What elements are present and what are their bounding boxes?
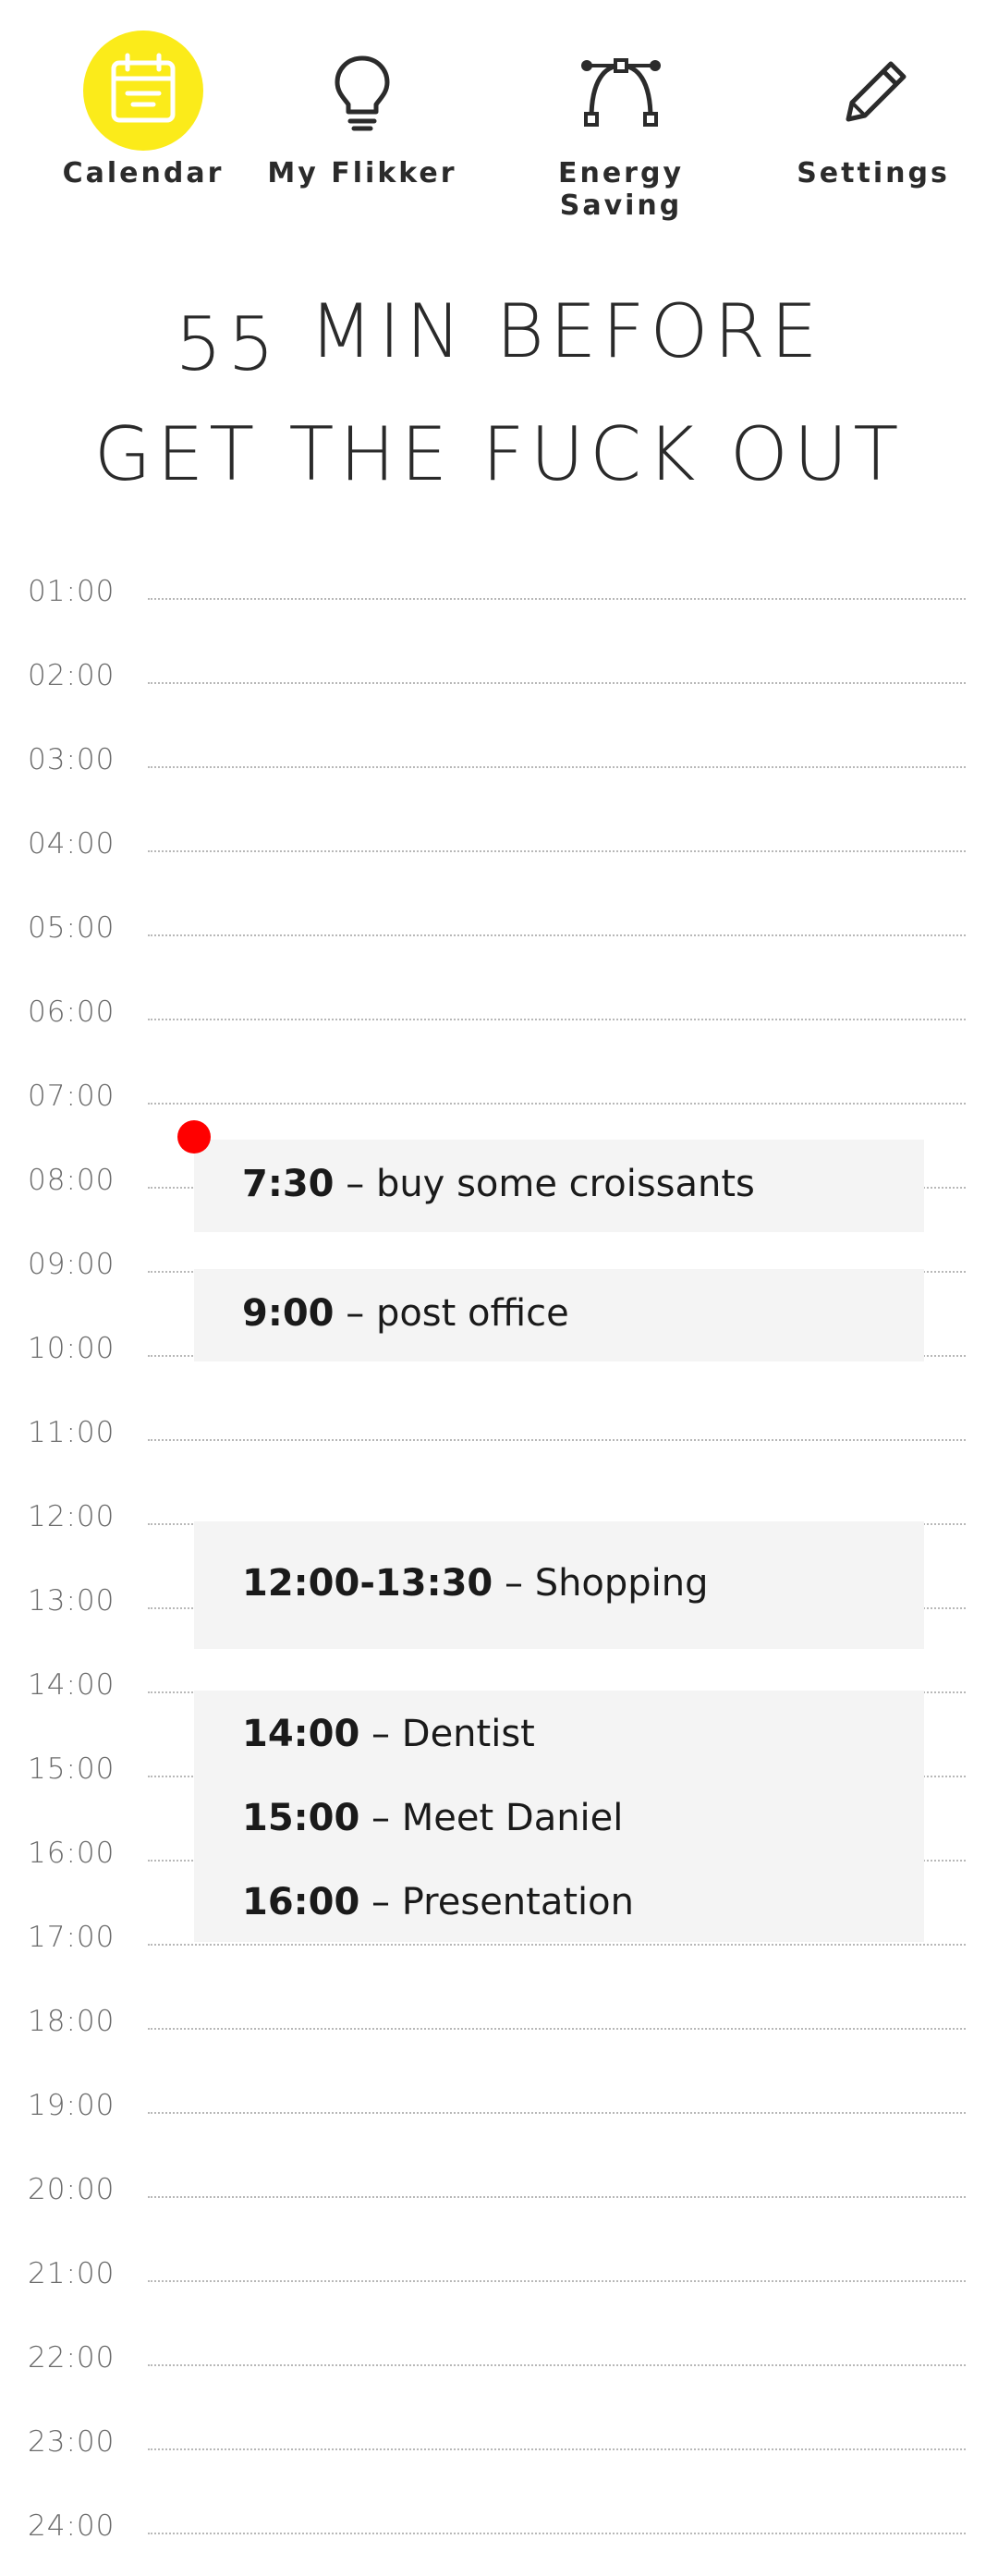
hour-divider: [148, 1019, 966, 1020]
hour-label: 08:00: [28, 1164, 116, 1197]
hour-label: 01:00: [28, 575, 116, 608]
event-block-shopping[interactable]: 12:00-13:30 – Shopping: [194, 1521, 924, 1649]
event-item[interactable]: 16:00 – Presentation: [242, 1881, 634, 1923]
hour-divider: [148, 2448, 966, 2450]
hour-label: 04:00: [28, 827, 116, 861]
event-time: 7:30: [242, 1163, 335, 1205]
event-title: Shopping: [534, 1562, 709, 1605]
hour-row: 02:00: [0, 659, 998, 705]
hour-label: 03:00: [28, 743, 116, 776]
hour-label: 10:00: [28, 1332, 116, 1365]
hour-row: 19:00: [0, 2089, 998, 2135]
hour-label: 09:00: [28, 1248, 116, 1281]
hour-row: 24:00: [0, 2509, 998, 2556]
hour-row: 23:00: [0, 2425, 998, 2472]
hour-row: 20:00: [0, 2173, 998, 2219]
hour-divider: [148, 766, 966, 768]
event-item: 12:00-13:30 – Shopping: [242, 1562, 709, 1605]
hour-divider: [148, 934, 966, 936]
hour-label: 18:00: [28, 2005, 116, 2038]
hour-label: 05:00: [28, 911, 116, 945]
hour-label: 06:00: [28, 995, 116, 1029]
current-time-indicator: [177, 1120, 211, 1154]
event-title: buy some croissants: [375, 1163, 755, 1205]
hour-divider: [148, 1439, 966, 1441]
hour-divider: [148, 1944, 966, 1946]
event-block-croissants[interactable]: 7:30 – buy some croissants: [194, 1140, 924, 1232]
hour-label: 15:00: [28, 1752, 116, 1786]
event-item: 9:00 – post office: [242, 1292, 569, 1335]
event-title: Dentist: [401, 1713, 535, 1755]
hour-label: 17:00: [28, 1921, 116, 1954]
hour-label: 20:00: [28, 2173, 116, 2206]
hour-label: 14:00: [28, 1668, 116, 1702]
hour-divider: [148, 2364, 966, 2366]
hour-divider: [148, 598, 966, 600]
hour-row: 04:00: [0, 827, 998, 873]
hour-label: 21:00: [28, 2257, 116, 2290]
hour-label: 22:00: [28, 2341, 116, 2375]
hour-row: 07:00: [0, 1080, 998, 1126]
hour-divider: [148, 2112, 966, 2114]
event-time: 14:00: [242, 1713, 360, 1755]
hour-divider: [148, 850, 966, 852]
hour-row: 21:00: [0, 2257, 998, 2303]
event-time: 9:00: [242, 1292, 335, 1335]
hour-divider: [148, 2028, 966, 2030]
hour-row: 05:00: [0, 911, 998, 958]
hour-label: 11:00: [28, 1416, 116, 1449]
hour-label: 19:00: [28, 2089, 116, 2122]
hour-divider: [148, 1103, 966, 1105]
hour-label: 07:00: [28, 1080, 116, 1113]
hour-divider: [148, 2196, 966, 2198]
hour-label: 16:00: [28, 1837, 116, 1870]
hour-label: 23:00: [28, 2425, 116, 2459]
hour-row: 06:00: [0, 995, 998, 1042]
event-block-afternoon[interactable]: 14:00 – Dentist 15:00 – Meet Daniel 16:0…: [194, 1691, 924, 1942]
hour-row: 18:00: [0, 2005, 998, 2051]
event-title: post office: [375, 1292, 569, 1335]
hour-label: 24:00: [28, 2509, 116, 2543]
event-time: 16:00: [242, 1881, 360, 1923]
event-title: Meet Daniel: [401, 1797, 624, 1839]
hour-label: 12:00: [28, 1500, 116, 1533]
hour-label: 02:00: [28, 659, 116, 692]
hour-row: 11:00: [0, 1416, 998, 1462]
event-time: 15:00: [242, 1797, 360, 1839]
hour-row: 22:00: [0, 2341, 998, 2387]
event-title: Presentation: [401, 1881, 634, 1923]
hour-row: 03:00: [0, 743, 998, 789]
event-item[interactable]: 14:00 – Dentist: [242, 1713, 535, 1755]
event-block-post-office[interactable]: 9:00 – post office: [194, 1269, 924, 1361]
hour-divider: [148, 2280, 966, 2282]
hour-divider: [148, 682, 966, 684]
event-time: 12:00-13:30: [242, 1562, 493, 1605]
hour-label: 13:00: [28, 1584, 116, 1618]
hour-divider: [148, 2533, 966, 2534]
hour-row: 01:00: [0, 575, 998, 621]
event-item[interactable]: 15:00 – Meet Daniel: [242, 1797, 623, 1839]
event-item: 7:30 – buy some croissants: [242, 1163, 755, 1205]
